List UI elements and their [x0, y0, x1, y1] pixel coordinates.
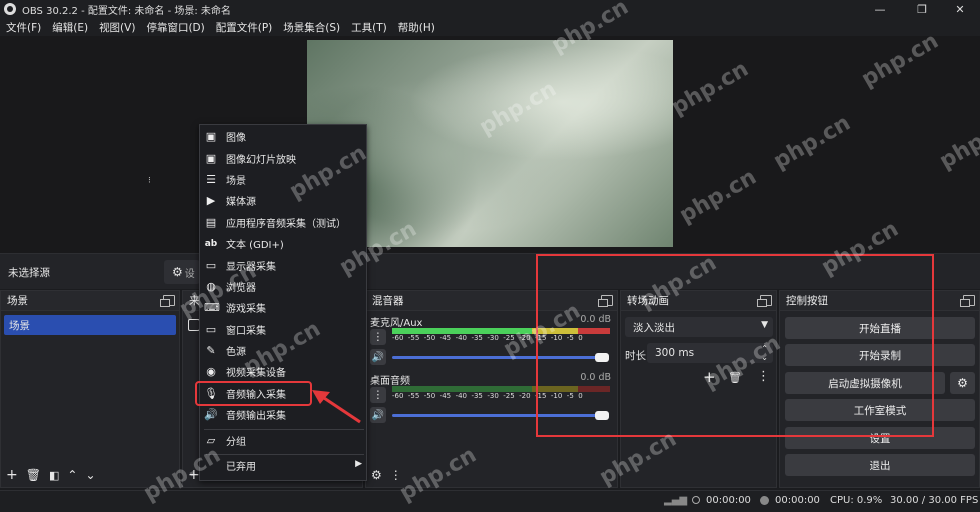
obs-logo-icon [4, 3, 16, 15]
highlight-box [536, 254, 934, 437]
cpu-usage: CPU: 0.9% [830, 495, 883, 506]
menu-help[interactable]: 帮助(H) [398, 20, 435, 35]
fps-readout: 30.00 / 30.00 FPS [890, 495, 979, 506]
menu-bar: 文件(F) 编辑(E) 视图(V) 停靠窗口(D) 配置文件(P) 场景集合(S… [0, 18, 980, 36]
menu-item-label: 音频输出采集 [226, 411, 286, 422]
exit-button[interactable]: 退出 [785, 454, 975, 476]
menu-edit[interactable]: 编辑(E) [52, 20, 88, 35]
properties-label: 设 [184, 268, 195, 280]
record-status-icon [760, 496, 769, 505]
slideshow-icon: ▣ [205, 152, 217, 165]
move-up-icon[interactable]: ⌃ [67, 468, 77, 482]
desktop-channel-name: 桌面音频 [370, 376, 410, 387]
close-button[interactable]: ✕ [940, 0, 980, 18]
menu-profile[interactable]: 配置文件(P) [216, 20, 273, 35]
filters-icon[interactable]: ◧ [49, 469, 59, 482]
menu-scene-collection[interactable]: 场景集合(S) [283, 20, 340, 35]
menu-item-label: 图像幻灯片放映 [226, 155, 296, 166]
scenes-title: 场景 [7, 295, 28, 307]
window-title: OBS 30.2.2 - 配置文件: 未命名 - 场景: 未命名 [22, 5, 231, 17]
menu-tools[interactable]: 工具(T) [351, 20, 387, 35]
title-bar: OBS 30.2.2 - 配置文件: 未命名 - 场景: 未命名 — ❐ ✕ [0, 0, 980, 18]
source-properties-button[interactable]: ⚙ 设 [164, 260, 200, 284]
menu-item-deprecated[interactable]: 已弃用 ▶ [200, 455, 368, 476]
no-source-label: 未选择源 [8, 267, 50, 279]
menu-item-app-audio-capture[interactable]: ▤ 应用程序音频采集（测试） [200, 212, 368, 233]
annotation-arrow-icon [312, 390, 361, 424]
speaker-icon: 🔊 [371, 409, 385, 421]
menu-item-image[interactable]: ▣ 图像 [200, 126, 368, 147]
menu-item-label: 图像 [226, 133, 246, 144]
menu-item-label: 窗口采集 [226, 326, 266, 337]
minimize-button[interactable]: — [860, 0, 900, 18]
resize-handle-icon: ⁝ [148, 176, 151, 186]
delete-scene-icon[interactable]: 🗑 [26, 468, 41, 482]
mixer-more-icon[interactable]: ⋮ [390, 468, 402, 482]
text-icon: ab [204, 238, 218, 249]
window-icon: ▭ [205, 323, 217, 336]
list-icon: ☰ [206, 173, 216, 186]
menu-item-group[interactable]: ▱ 分组 [200, 430, 368, 451]
camera-icon: ◉ [206, 365, 216, 378]
menu-item-label: 分组 [226, 437, 246, 448]
submenu-arrow-icon: ▶ [355, 459, 362, 469]
monitor-icon: ▭ [205, 259, 217, 272]
restore-button[interactable]: ❐ [902, 0, 942, 18]
virtual-camera-settings-button[interactable]: ⚙ [950, 372, 975, 394]
menu-item-label: 媒体源 [226, 197, 256, 208]
record-time: 00:00:00 [775, 495, 820, 506]
advanced-audio-gear-icon[interactable]: ⚙ [371, 468, 382, 482]
menu-item-label: 场景 [226, 176, 246, 187]
stream-status-icon [692, 496, 700, 504]
float-dock-icon[interactable] [960, 295, 975, 307]
speaker-icon: 🔊 [371, 351, 385, 363]
mixer-title: 混音器 [372, 295, 404, 307]
move-down-icon[interactable]: ⌄ [85, 468, 95, 482]
stream-time: 00:00:00 [706, 495, 751, 506]
more-icon: ⋮ [372, 331, 384, 343]
app-audio-icon: ▤ [205, 216, 217, 229]
scenes-dock: 场景 场景 + 🗑 ◧ ⌃ ⌄ [0, 290, 180, 488]
mic-menu-button[interactable]: ⋮ [370, 329, 386, 345]
menu-highlight-box [195, 381, 312, 406]
menu-item-label: 应用程序音频采集（测试） [226, 219, 346, 230]
scene-item[interactable]: 场景 [4, 315, 176, 335]
image-icon: ▣ [205, 130, 217, 143]
menu-docks[interactable]: 停靠窗口(D) [146, 20, 204, 35]
add-scene-icon[interactable]: + [6, 467, 18, 483]
desktop-menu-button[interactable]: ⋮ [370, 387, 386, 403]
scenes-header: 场景 [1, 291, 179, 311]
gear-icon: ⚙ [957, 376, 968, 390]
more-icon: ⋮ [372, 389, 384, 401]
menu-item-label: 文本 (GDI+) [226, 240, 284, 251]
menu-item-text-gdi[interactable]: ab 文本 (GDI+) [200, 233, 368, 254]
desktop-mute-button[interactable]: 🔊 [370, 407, 386, 423]
menu-item-label: 游戏采集 [226, 304, 266, 315]
menu-item-media-source[interactable]: ▶ 媒体源 [200, 190, 368, 211]
menu-view[interactable]: 视图(V) [99, 20, 135, 35]
speaker-icon: 🔊 [204, 408, 218, 421]
menu-file[interactable]: 文件(F) [6, 20, 41, 35]
brush-icon: ✎ [206, 344, 216, 357]
menu-item-label: 已弃用 [226, 462, 256, 473]
mic-mute-button[interactable]: 🔊 [370, 349, 386, 365]
float-dock-icon[interactable] [160, 295, 175, 307]
gear-icon: ⚙ [172, 265, 183, 279]
play-icon: ▶ [206, 194, 216, 207]
network-signal-icon: ▂▄▆ [664, 495, 688, 506]
menu-item-video-capture-device[interactable]: ◉ 视频采集设备 [200, 361, 368, 382]
mic-channel-name: 麦克风/Aux [370, 318, 423, 329]
